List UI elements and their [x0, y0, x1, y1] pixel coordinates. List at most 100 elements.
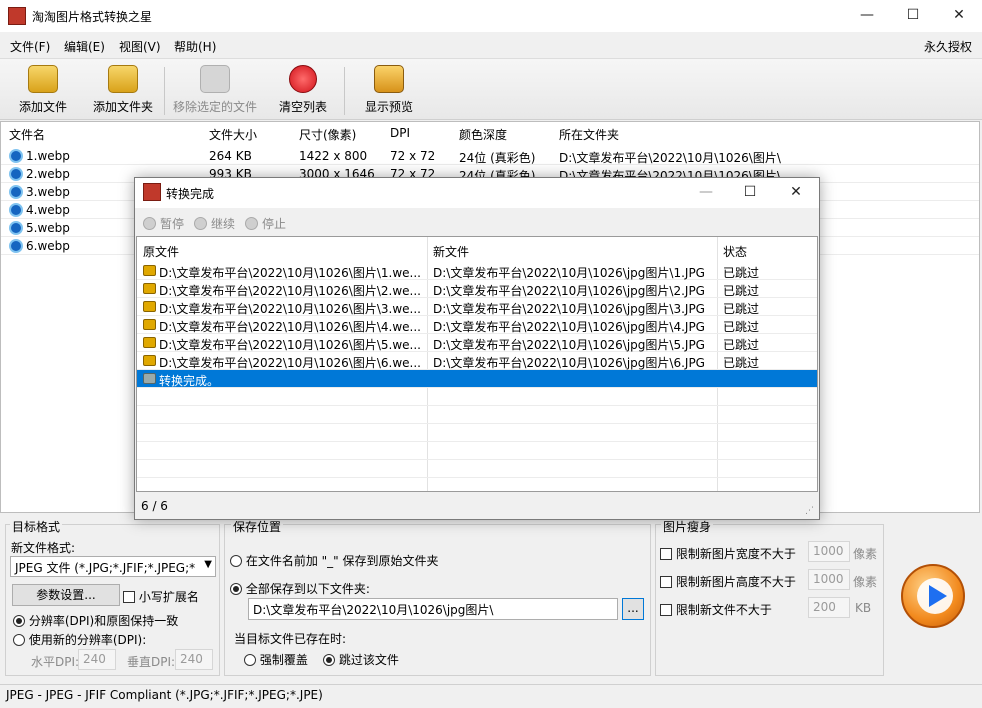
file-name: 3.webp: [26, 185, 70, 199]
toolbar-separator: [344, 67, 345, 115]
pause-icon: [143, 217, 156, 230]
pause-label: 暂停: [160, 217, 185, 231]
progress-count: 6 / 6: [141, 499, 168, 513]
menu-view[interactable]: 视图(V): [119, 38, 161, 55]
max-size-input[interactable]: 200: [808, 597, 850, 618]
add-folder-button[interactable]: 添加文件夹: [90, 65, 156, 117]
show-preview-button[interactable]: 显示预览: [362, 65, 416, 117]
table-row[interactable]: D:\文章发布平台\2022\10月\1026\图片\1.we... D:\文章…: [137, 262, 817, 280]
skipped-icon: [143, 301, 156, 312]
v-dpi-input[interactable]: 240: [175, 649, 213, 670]
pause-button[interactable]: 暂停: [143, 215, 184, 232]
chevron-down-icon: ▼: [204, 559, 212, 570]
table-row[interactable]: D:\文章发布平台\2022\10月\1026\图片\4.we... D:\文章…: [137, 316, 817, 334]
radio-circle: [323, 654, 335, 666]
dpi-new-radio[interactable]: 使用新的分辨率(DPI):: [13, 631, 146, 648]
minimize-button[interactable]: —: [844, 0, 890, 32]
radio-circle: [244, 654, 256, 666]
checkbox-box: [660, 604, 672, 616]
column-header-size[interactable]: 文件大小: [209, 126, 257, 143]
column-header-source[interactable]: 原文件: [143, 243, 179, 260]
dialog-maximize-button[interactable]: ☐: [727, 177, 773, 209]
skipped-icon: [143, 337, 156, 348]
preview-icon: [374, 65, 404, 93]
save-folder-input[interactable]: D:\文章发布平台\2022\10月\1026\jpg图片\: [248, 598, 618, 620]
format-select-value: JPEG 文件 (*.JPG;*.JFIF;*.JPEG;*: [15, 561, 196, 575]
file-name: 6.webp: [26, 239, 70, 253]
save-prefix-radio[interactable]: 在文件名前加 "_" 保存到原始文件夹: [230, 552, 439, 569]
browse-folder-button[interactable]: ...: [622, 598, 644, 620]
target-file: D:\文章发布平台\2022\10月\1026\jpg图片\5.JPG: [433, 338, 705, 352]
summary-row[interactable]: 转换完成。: [137, 370, 817, 388]
dialog-minimize-button[interactable]: —: [683, 177, 729, 209]
app-logo: [8, 7, 26, 25]
dialog-title-bar: 转换完成 — ☐ ✕: [135, 178, 819, 208]
start-convert-button[interactable]: [901, 564, 965, 628]
limit-size-checkbox[interactable]: 限制新文件不大于: [660, 601, 772, 618]
add-file-button[interactable]: 添加文件: [14, 65, 72, 117]
column-header-target[interactable]: 新文件: [433, 243, 469, 260]
table-row: [137, 442, 817, 460]
column-header-filename[interactable]: 文件名: [9, 126, 45, 143]
app-logo: [143, 183, 161, 201]
resume-icon: [194, 217, 207, 230]
format-select[interactable]: JPEG 文件 (*.JPG;*.JFIF;*.JPEG;* ▼: [10, 556, 216, 577]
table-row: [137, 388, 817, 406]
dialog-close-button[interactable]: ✕: [773, 177, 819, 209]
window-title: 淘淘图片格式转换之星: [32, 10, 153, 24]
max-height-input[interactable]: 1000: [808, 569, 850, 590]
lowercase-ext-checkbox[interactable]: 小写扩展名: [123, 588, 199, 605]
resume-button[interactable]: 继续: [194, 215, 235, 232]
params-settings-button[interactable]: 参数设置...: [12, 584, 120, 606]
column-header-color-depth[interactable]: 颜色深度: [459, 126, 507, 143]
table-row[interactable]: D:\文章发布平台\2022\10月\1026\图片\3.we... D:\文章…: [137, 298, 817, 316]
column-header-dimensions[interactable]: 尺寸(像素): [299, 126, 356, 143]
table-row[interactable]: D:\文章发布平台\2022\10月\1026\图片\2.we... D:\文章…: [137, 280, 817, 298]
remove-selected-button[interactable]: 移除选定的文件: [172, 65, 258, 117]
skip-file-radio[interactable]: 跳过该文件: [323, 651, 399, 668]
webp-file-icon: [9, 239, 23, 253]
limit-width-checkbox[interactable]: 限制新图片宽度不大于: [660, 545, 796, 562]
maximize-button[interactable]: ☐: [890, 0, 936, 32]
limit-height-checkbox[interactable]: 限制新图片高度不大于: [660, 573, 796, 590]
file-folder: D:\文章发布平台\2022\10月\1026\图片\: [559, 151, 781, 165]
menu-help[interactable]: 帮助(H): [174, 38, 216, 55]
conversion-result-list[interactable]: 原文件 新文件 状态 D:\文章发布平台\2022\10月\1026\图片\1.…: [136, 236, 818, 492]
skipped-icon: [143, 283, 156, 294]
dpi-keep-radio[interactable]: 分辨率(DPI)和原图保持一致: [13, 612, 178, 629]
menu-file[interactable]: 文件(F): [10, 38, 50, 55]
table-row[interactable]: D:\文章发布平台\2022\10月\1026\图片\6.we... D:\文章…: [137, 352, 817, 370]
checkbox-box: [660, 548, 672, 560]
status-cell: 已跳过: [723, 284, 760, 298]
clear-list-button[interactable]: 清空列表: [276, 65, 330, 117]
resize-grip-icon[interactable]: ⋰: [805, 506, 814, 516]
source-file: D:\文章发布平台\2022\10月\1026\图片\4.we...: [159, 320, 421, 334]
play-icon: [917, 578, 953, 614]
max-width-input[interactable]: 1000: [808, 541, 850, 562]
status-cell: 已跳过: [723, 320, 760, 334]
table-row: [137, 406, 817, 424]
save-prefix-label: 在文件名前加 "_" 保存到原始文件夹: [245, 554, 439, 568]
file-dpi: 72 x 72: [390, 149, 436, 163]
h-dpi-input[interactable]: 240: [78, 649, 116, 670]
license-status[interactable]: 永久授权: [924, 38, 972, 55]
dpi-keep-label: 分辨率(DPI)和原图保持一致: [28, 614, 179, 628]
save-all-radio[interactable]: 全部保存到以下文件夹:: [230, 580, 370, 597]
skipped-icon: [143, 265, 156, 276]
column-header-folder[interactable]: 所在文件夹: [559, 126, 619, 143]
limit-size-label: 限制新文件不大于: [675, 603, 772, 617]
table-row[interactable]: D:\文章发布平台\2022\10月\1026\图片\5.we... D:\文章…: [137, 334, 817, 352]
dialog-title: 转换完成: [166, 187, 215, 201]
resume-label: 继续: [211, 217, 236, 231]
format-label: 新文件格式:: [11, 541, 76, 555]
menu-edit[interactable]: 编辑(E): [64, 38, 105, 55]
close-button[interactable]: ✕: [936, 0, 982, 32]
overwrite-radio[interactable]: 强制覆盖: [244, 651, 308, 668]
file-name: 5.webp: [26, 221, 70, 235]
toolbar: 添加文件 添加文件夹 移除选定的文件 清空列表 显示预览: [0, 58, 982, 120]
table-row[interactable]: 1.webp 264 KB 1422 x 800 72 x 72 24位 (真彩…: [1, 147, 979, 165]
target-file: D:\文章发布平台\2022\10月\1026\jpg图片\6.JPG: [433, 356, 705, 370]
column-header-dpi[interactable]: DPI: [390, 126, 410, 140]
column-header-status[interactable]: 状态: [723, 243, 747, 260]
stop-button[interactable]: 停止: [245, 215, 286, 232]
